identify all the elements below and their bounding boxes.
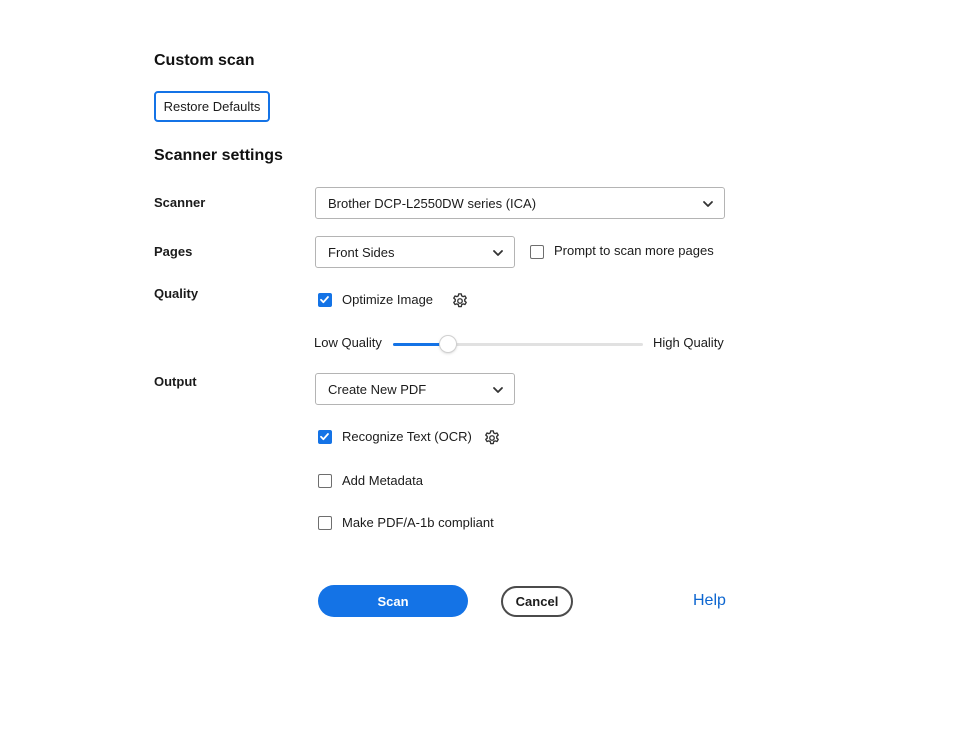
optimize-image-checkbox[interactable] [318, 293, 332, 307]
chevron-down-icon [493, 387, 503, 393]
chevron-down-icon [703, 201, 713, 207]
slider-low-quality-label: Low Quality [314, 335, 382, 350]
chevron-down-icon [493, 250, 503, 256]
help-link[interactable]: Help [693, 592, 726, 610]
slider-high-quality-label: High Quality [653, 335, 724, 350]
quality-slider-thumb[interactable] [440, 336, 456, 352]
checkmark-icon [320, 296, 329, 304]
recognize-text-label: Recognize Text (OCR) [342, 429, 472, 444]
gear-icon[interactable] [483, 429, 501, 447]
pages-select[interactable]: Front Sides [315, 236, 515, 268]
add-metadata-label: Add Metadata [342, 473, 423, 488]
quality-label: Quality [154, 286, 199, 301]
cancel-button[interactable]: Cancel [501, 586, 573, 617]
checkmark-icon [320, 433, 329, 441]
scanner-select-value: Brother DCP-L2550DW series (ICA) [328, 195, 537, 211]
pdfa-compliant-checkbox[interactable] [318, 516, 332, 530]
prompt-more-pages-checkbox[interactable] [530, 245, 544, 259]
prompt-more-pages-label: Prompt to scan more pages [554, 243, 714, 258]
output-select[interactable]: Create New PDF [315, 373, 515, 405]
pdfa-compliant-label: Make PDF/A-1b compliant [342, 515, 494, 530]
pages-label: Pages [154, 244, 193, 259]
output-label: Output [154, 374, 197, 389]
pages-select-value: Front Sides [328, 244, 395, 260]
scan-button[interactable]: Scan [318, 585, 468, 617]
page-title: Custom scan [154, 52, 255, 69]
add-metadata-checkbox[interactable] [318, 474, 332, 488]
section-title-scanner-settings: Scanner settings [154, 147, 283, 164]
scanner-label: Scanner [154, 195, 206, 210]
gear-icon[interactable] [451, 292, 469, 310]
recognize-text-checkbox[interactable] [318, 430, 332, 444]
optimize-image-label: Optimize Image [342, 292, 434, 307]
scanner-select[interactable]: Brother DCP-L2550DW series (ICA) [315, 187, 725, 219]
output-select-value: Create New PDF [328, 381, 427, 397]
restore-defaults-button[interactable]: Restore Defaults [154, 91, 270, 122]
